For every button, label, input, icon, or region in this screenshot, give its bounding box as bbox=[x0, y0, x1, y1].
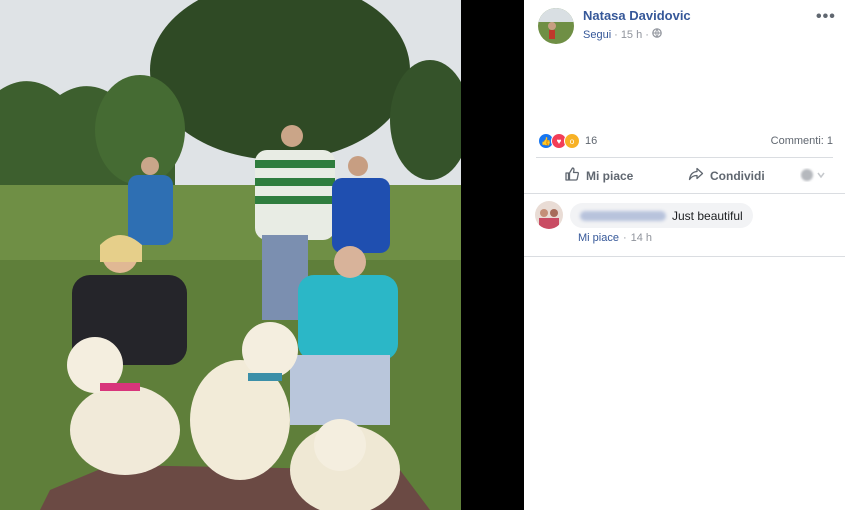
commenter-avatar[interactable] bbox=[535, 201, 563, 229]
meta-separator: · bbox=[614, 28, 618, 41]
comment-meta-separator: · bbox=[622, 232, 627, 244]
wow-reaction-icon: o bbox=[564, 133, 580, 149]
share-button-label: Condividi bbox=[710, 168, 765, 183]
like-button-label: Mi piace bbox=[586, 168, 634, 183]
comment-bubble: Just beautiful bbox=[570, 203, 753, 228]
meta-separator: · bbox=[645, 28, 649, 41]
reaction-summary[interactable]: 👍 ♥ o 16 bbox=[538, 133, 597, 149]
comments-count-link[interactable]: Commenti: 1 bbox=[771, 135, 833, 147]
comment-meta: Mi piace · 14 h bbox=[578, 232, 652, 244]
commenter-name-blurred[interactable] bbox=[580, 210, 666, 221]
share-arrow-icon bbox=[688, 166, 704, 185]
divider bbox=[536, 157, 833, 158]
share-button[interactable]: Condividi bbox=[688, 166, 765, 185]
reaction-count: 16 bbox=[585, 135, 598, 147]
divider bbox=[524, 256, 845, 257]
thumbs-up-icon bbox=[564, 166, 580, 185]
author-avatar[interactable] bbox=[538, 8, 574, 44]
photo-image bbox=[0, 0, 461, 510]
post-meta: Segui · 15 h · bbox=[583, 28, 662, 41]
divider bbox=[524, 193, 845, 194]
more-options-icon[interactable]: ••• bbox=[816, 8, 836, 26]
comment-text: Just beautiful bbox=[672, 208, 743, 223]
comment-like-link[interactable]: Mi piace bbox=[578, 232, 619, 244]
viewer-background bbox=[461, 0, 524, 510]
blurred-avatar-icon bbox=[800, 168, 826, 185]
page-selector[interactable] bbox=[800, 168, 826, 185]
post-details-panel: Natasa Davidovic Segui · 15 h · ••• 👍 ♥ … bbox=[524, 0, 845, 510]
like-button[interactable]: Mi piace bbox=[564, 166, 633, 185]
globe-icon bbox=[652, 28, 662, 41]
follow-link[interactable]: Segui bbox=[583, 29, 611, 41]
post-time[interactable]: 15 h bbox=[621, 29, 642, 41]
post-photo[interactable] bbox=[0, 0, 461, 510]
comment-time[interactable]: 14 h bbox=[631, 232, 652, 244]
author-name[interactable]: Natasa Davidovic bbox=[583, 8, 691, 23]
